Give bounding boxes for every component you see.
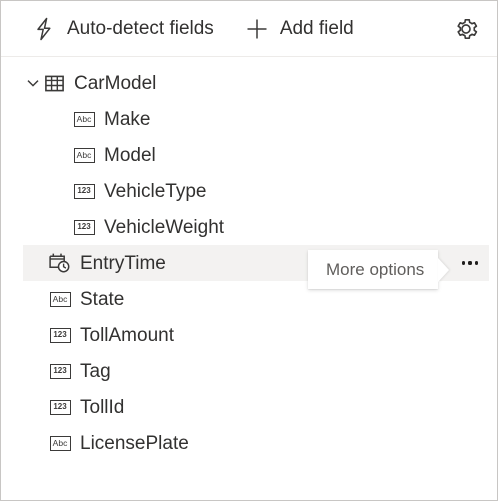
chevron-down-icon[interactable] [23,73,43,93]
add-field-label: Add field [279,18,354,39]
tree-item-label: EntryTime [80,252,166,274]
abc-icon: Abc [73,144,95,166]
tree-item-label: VehicleWeight [104,216,225,238]
number-icon-glyph: 123 [49,363,71,379]
tooltip-beak [438,257,450,282]
abc-icon-glyph: Abc [73,111,95,127]
number-icon: 123 [49,396,71,418]
command-bar: Auto-detect fields Add field [1,1,497,57]
abc-icon-glyph: Abc [73,147,95,163]
ellipsis-icon [461,261,479,265]
number-icon: 123 [49,324,71,346]
number-icon-glyph: 123 [49,327,71,343]
more-options-button[interactable] [455,248,485,278]
tree-item-vehicleweight[interactable]: 123 VehicleWeight [23,209,489,245]
auto-detect-fields-label: Auto-detect fields [67,18,214,39]
number-icon: 123 [73,216,95,238]
field-list-panel: Auto-detect fields Add field CarModel Ab… [0,0,498,501]
tree-item-vehicletype[interactable]: 123 VehicleType [23,173,489,209]
tree-item-tollid[interactable]: 123 TollId [23,389,489,425]
gear-icon [453,16,479,45]
tree-item-licenseplate[interactable]: Abc LicensePlate [23,425,489,461]
add-field-button[interactable]: Add field [236,9,362,49]
abc-icon-glyph: Abc [49,291,71,307]
tree-item-label: LicensePlate [80,432,189,454]
abc-icon: Abc [49,432,71,454]
plus-icon [244,16,270,42]
tooltip-text: More options [326,260,425,279]
abc-icon: Abc [73,108,95,130]
tree-item-tollamount[interactable]: 123 TollAmount [23,317,489,353]
tree-item-label: Tag [80,360,111,382]
date-time-icon [49,252,71,274]
tree-item-label: TollId [80,396,125,418]
auto-detect-fields-button[interactable]: Auto-detect fields [23,9,222,49]
table-icon [43,72,65,94]
field-tree: CarModel Abc Make Abc Model 123 VehicleT… [1,57,497,461]
number-icon: 123 [49,360,71,382]
tree-item-carmodel[interactable]: CarModel [23,65,489,101]
number-icon-glyph: 123 [73,219,95,235]
tree-item-label: Model [104,144,156,166]
number-icon: 123 [73,180,95,202]
tree-item-label: CarModel [74,72,157,94]
abc-icon-glyph: Abc [49,435,71,451]
tree-item-label: State [80,288,125,310]
number-icon-glyph: 123 [73,183,95,199]
tree-item-entrytime[interactable]: EntryTime More options [23,245,489,289]
tree-item-make[interactable]: Abc Make [23,101,489,137]
abc-icon: Abc [49,288,71,310]
number-icon-glyph: 123 [49,399,71,415]
more-options-tooltip: More options [308,250,450,289]
tree-item-label: VehicleType [104,180,207,202]
lightning-bolt-icon [31,16,57,42]
tree-item-label: TollAmount [80,324,174,346]
tree-item-tag[interactable]: 123 Tag [23,353,489,389]
tree-item-label: Make [104,108,151,130]
tree-item-model[interactable]: Abc Model [23,137,489,173]
settings-button[interactable] [449,13,483,47]
